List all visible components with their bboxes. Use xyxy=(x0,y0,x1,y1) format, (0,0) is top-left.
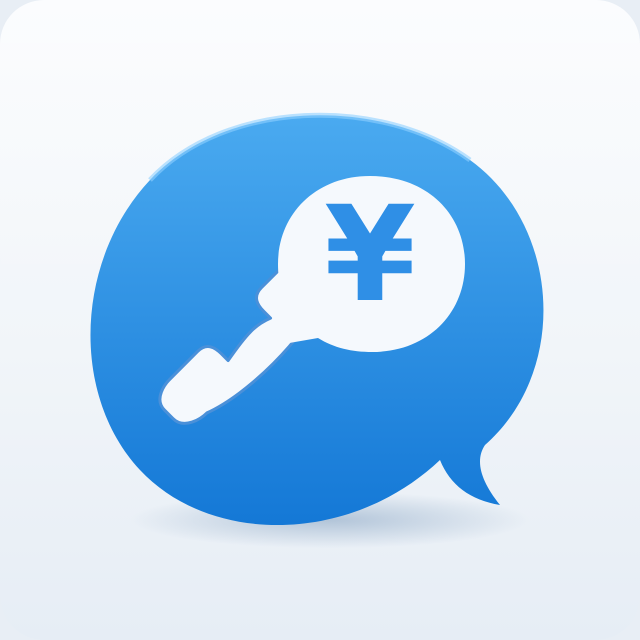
app-icon-artwork: ¥ xyxy=(0,0,640,548)
yen-icon: ¥ xyxy=(324,178,416,332)
app-icon[interactable]: ¥ xyxy=(0,0,640,640)
